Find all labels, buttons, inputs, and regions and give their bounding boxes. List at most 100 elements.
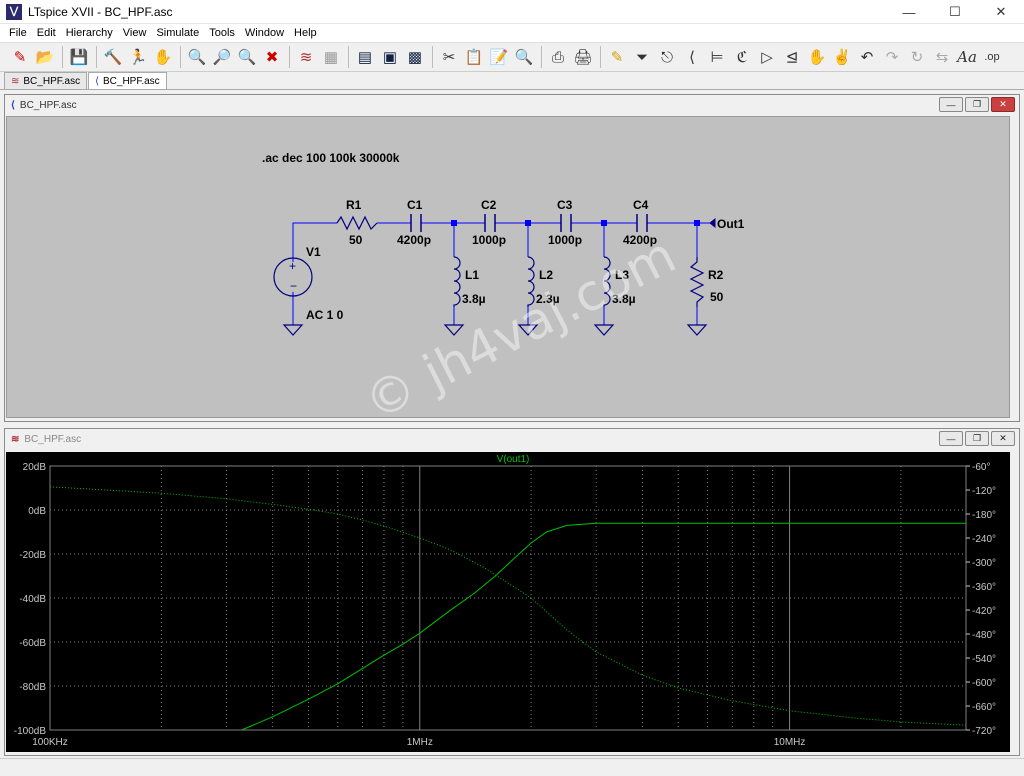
- voltage-source-v1[interactable]: + −: [273, 257, 313, 297]
- status-bar: [0, 758, 1024, 776]
- text-icon[interactable]: Aa: [955, 45, 979, 69]
- capacitor-c3[interactable]: [560, 214, 572, 232]
- tile-horizontal-icon[interactable]: ▤: [353, 45, 377, 69]
- minimize-button[interactable]: —: [939, 431, 963, 446]
- draw-wire-icon[interactable]: ✎: [605, 45, 629, 69]
- inductor-l2[interactable]: [527, 256, 535, 307]
- tab-schematic[interactable]: ⟨ BC_HPF.asc: [88, 72, 167, 89]
- r1-value[interactable]: 50: [349, 233, 363, 247]
- y2-tick-label: -360°: [972, 582, 996, 593]
- waveform-icon[interactable]: ≋: [294, 45, 318, 69]
- menu-simulate[interactable]: Simulate: [151, 24, 204, 42]
- inductor-l1[interactable]: [453, 256, 461, 307]
- capacitor-c1[interactable]: [410, 214, 422, 232]
- net-flag-arrow: [709, 217, 716, 229]
- inductor-icon[interactable]: ℭ: [730, 45, 754, 69]
- waveform-plot[interactable]: 20dB 0dB -20dB -40dB -60dB -80dB -100dB -60° -12…: [6, 452, 1010, 752]
- y2-tick-label: -480°: [972, 630, 996, 641]
- move-icon[interactable]: ✋: [805, 45, 829, 69]
- l2-value[interactable]: 2.3µ: [536, 292, 560, 306]
- resistor-r2[interactable]: [689, 257, 705, 307]
- run-icon[interactable]: 🏃: [126, 45, 150, 69]
- autorange-icon[interactable]: ▦: [319, 45, 343, 69]
- resistor-r1[interactable]: [336, 215, 378, 231]
- new-schematic-icon[interactable]: ✎: [8, 45, 32, 69]
- trace-name-v-out1[interactable]: V(out1): [497, 454, 530, 465]
- out1-net-label[interactable]: Out1: [717, 217, 745, 231]
- paste-icon[interactable]: 📝: [487, 45, 511, 69]
- spice-directive-icon[interactable]: .op: [980, 45, 1004, 69]
- label-net-icon[interactable]: ⎋: [655, 45, 679, 69]
- component-icon[interactable]: ⊴: [780, 45, 804, 69]
- document-tabs: ≋ BC_HPF.asc ⟨ BC_HPF.asc: [0, 72, 1024, 90]
- y2-tick-label: -540°: [972, 654, 996, 665]
- ground-icon[interactable]: ⏷: [630, 45, 654, 69]
- l3-value[interactable]: 3.8µ: [612, 292, 636, 306]
- r2-value[interactable]: 50: [710, 290, 724, 304]
- find-icon[interactable]: 🔍: [512, 45, 536, 69]
- restore-button[interactable]: ❐: [965, 431, 989, 446]
- redo-icon[interactable]: ↷: [880, 45, 904, 69]
- copy-icon[interactable]: 📋: [462, 45, 486, 69]
- diode-icon[interactable]: ▷: [755, 45, 779, 69]
- y-tick-label: -100dB: [14, 726, 47, 737]
- spice-directive-text[interactable]: .ac dec 100 100k 30000k: [262, 151, 400, 165]
- r1-label: R1: [346, 198, 362, 212]
- y-tick-label: 0dB: [28, 506, 46, 517]
- schematic-icon: ⟨: [95, 75, 99, 87]
- menu-help[interactable]: Help: [289, 24, 322, 42]
- minimize-button[interactable]: —: [886, 0, 932, 24]
- y2-tick-label: -420°: [972, 606, 996, 617]
- window-title: LTspice XVII - BC_HPF.asc: [28, 4, 173, 19]
- maximize-button[interactable]: ☐: [932, 0, 978, 24]
- close-button[interactable]: ✕: [991, 97, 1015, 112]
- print-icon[interactable]: 🖨: [571, 45, 595, 69]
- rotate-icon[interactable]: ↻: [905, 45, 929, 69]
- close-all-icon[interactable]: ▩: [403, 45, 427, 69]
- menu-tools[interactable]: Tools: [204, 24, 240, 42]
- c4-value[interactable]: 4200p: [623, 233, 657, 247]
- resistor-icon[interactable]: ⟨: [680, 45, 704, 69]
- capacitor-c2[interactable]: [484, 214, 496, 232]
- cut-icon[interactable]: ✂: [437, 45, 461, 69]
- c3-value[interactable]: 1000p: [548, 233, 582, 247]
- menu-hierarchy[interactable]: Hierarchy: [61, 24, 118, 42]
- halt-icon[interactable]: ✋: [151, 45, 175, 69]
- zoom-out-icon[interactable]: 🔍: [235, 45, 259, 69]
- control-panel-icon[interactable]: 🔨: [101, 45, 125, 69]
- c1-value[interactable]: 4200p: [397, 233, 431, 247]
- menu-view[interactable]: View: [118, 24, 152, 42]
- cascade-icon[interactable]: ▣: [378, 45, 402, 69]
- l1-value[interactable]: 3.8µ: [462, 292, 486, 306]
- minimize-button[interactable]: —: [939, 97, 963, 112]
- c3-label: C3: [557, 198, 573, 212]
- menu-window[interactable]: Window: [240, 24, 289, 42]
- v1-value[interactable]: AC 1 0: [306, 308, 344, 322]
- v1-label: V1: [306, 245, 321, 259]
- c4-label: C4: [633, 198, 649, 212]
- capacitor-icon[interactable]: ⊨: [705, 45, 729, 69]
- inductor-l3[interactable]: [603, 256, 611, 307]
- l1-label: L1: [465, 268, 479, 282]
- undo-icon[interactable]: ↶: [855, 45, 879, 69]
- restore-button[interactable]: ❐: [965, 97, 989, 112]
- c2-value[interactable]: 1000p: [472, 233, 506, 247]
- close-button[interactable]: ✕: [991, 431, 1015, 446]
- waveform-window-title: BC_HPF.asc: [24, 433, 82, 445]
- schematic-window-title: BC_HPF.asc: [19, 99, 77, 111]
- drag-icon[interactable]: ✌: [830, 45, 854, 69]
- open-icon[interactable]: 📂: [33, 45, 57, 69]
- menu-edit[interactable]: Edit: [32, 24, 61, 42]
- y-tick-label: -20dB: [19, 550, 46, 561]
- capacitor-c4[interactable]: [636, 214, 648, 232]
- save-icon[interactable]: 💾: [67, 45, 91, 69]
- mirror-icon[interactable]: ⇆: [930, 45, 954, 69]
- menu-file[interactable]: File: [4, 24, 32, 42]
- schematic-canvas[interactable]: .ac dec 100 100k 30000k R1 50 C1 4200p C…: [6, 116, 1010, 418]
- tab-waveform[interactable]: ≋ BC_HPF.asc: [4, 72, 88, 89]
- zoom-pan-icon[interactable]: 🔎: [210, 45, 234, 69]
- zoom-fit-icon[interactable]: ✖: [260, 45, 284, 69]
- zoom-in-icon[interactable]: 🔍: [185, 45, 209, 69]
- close-button[interactable]: ✕: [978, 0, 1024, 24]
- print-setup-icon[interactable]: ⎙: [546, 45, 570, 69]
